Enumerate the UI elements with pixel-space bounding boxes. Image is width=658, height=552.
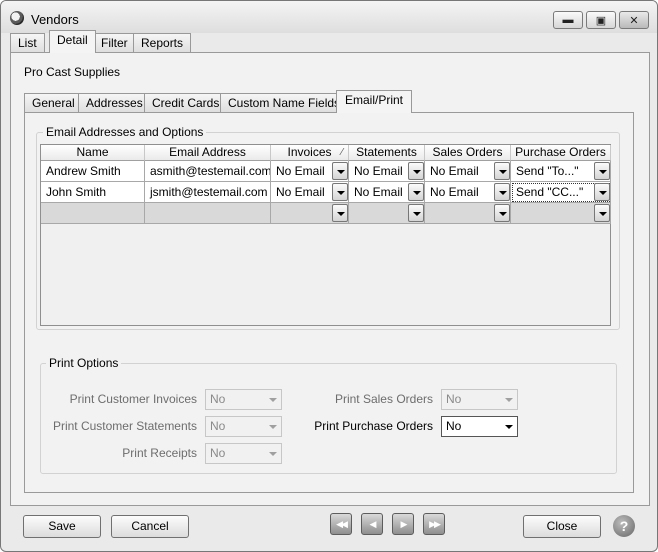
new-row-invoices-dropdown[interactable] <box>332 204 348 222</box>
new-row-email[interactable] <box>145 203 271 224</box>
tab-credit-cards[interactable]: Credit Cards <box>144 93 228 113</box>
window-title: Vendors <box>31 12 79 27</box>
vendor-name: Pro Cast Supplies <box>24 65 121 79</box>
print-receipts-label: Print Receipts <box>122 446 197 460</box>
close-window-button[interactable]: ✕ <box>619 11 649 29</box>
print-sales-orders-select: No <box>441 389 518 410</box>
column-header-invoices[interactable]: Invoices ⁄ <box>271 145 349 161</box>
previous-record-icon: ◀ <box>369 518 377 529</box>
minimize-button[interactable]: ▬ <box>553 11 583 29</box>
tab-custom-name-fields[interactable]: Custom Name Fields <box>220 93 349 113</box>
email-grid[interactable]: Name Email Address Invoices ⁄ Statements… <box>40 144 611 326</box>
save-button[interactable]: Save <box>23 515 101 538</box>
vendors-window: Vendors ▬ ▣ ✕ List Detail Filter Reports… <box>0 0 658 552</box>
first-record-icon: ◀◀ <box>336 518 348 529</box>
tab-general[interactable]: General <box>24 93 83 113</box>
row1-statements-dropdown[interactable] <box>408 162 424 180</box>
row2-name[interactable]: John Smith <box>41 182 145 203</box>
new-row-statements-dropdown[interactable] <box>408 204 424 222</box>
row2-invoices-dropdown[interactable] <box>332 183 348 201</box>
last-record-button[interactable]: ▶▶ <box>423 513 445 535</box>
maximize-button[interactable]: ▣ <box>586 11 616 29</box>
print-receipts-select: No <box>205 443 282 464</box>
row1-invoices-dropdown[interactable] <box>332 162 348 180</box>
column-header-purchase-orders[interactable]: Purchase Orders <box>511 145 611 161</box>
print-group-title: Print Options <box>46 356 122 370</box>
row2-purchase-orders-dropdown[interactable] <box>594 183 610 201</box>
row1-sales-orders-dropdown[interactable] <box>494 162 510 180</box>
close-icon: ✕ <box>629 14 639 27</box>
app-icon <box>10 11 24 25</box>
tab-list[interactable]: List <box>10 33 45 53</box>
tab-detail[interactable]: Detail <box>49 30 96 53</box>
print-sales-orders-label: Print Sales Orders <box>334 392 433 406</box>
next-record-button[interactable]: ▶ <box>392 513 414 535</box>
row1-purchase-orders-dropdown[interactable] <box>594 162 610 180</box>
new-row-purchase-orders-dropdown[interactable] <box>594 204 610 222</box>
row2-sales-orders-dropdown[interactable] <box>494 183 510 201</box>
row1-email[interactable]: asmith@testemail.com <box>145 161 271 182</box>
tab-addresses[interactable]: Addresses <box>78 93 151 113</box>
print-purchase-orders-select[interactable]: No <box>441 416 518 437</box>
tab-email-print[interactable]: Email/Print <box>336 90 413 113</box>
print-customer-invoices-select: No <box>205 389 282 410</box>
print-purchase-orders-label: Print Purchase Orders <box>314 419 433 433</box>
tab-reports[interactable]: Reports <box>133 33 192 53</box>
new-row-name[interactable] <box>41 203 145 224</box>
column-header-sales-orders[interactable]: Sales Orders <box>425 145 511 161</box>
email-group-title: Email Addresses and Options <box>43 125 207 139</box>
minimize-icon: ▬ <box>562 14 574 26</box>
sort-icon: ⁄ <box>341 147 343 158</box>
row2-email[interactable]: jsmith@testemail.com <box>145 182 271 203</box>
print-customer-statements-label: Print Customer Statements <box>52 419 197 433</box>
title-bar: Vendors ▬ ▣ ✕ <box>1 1 657 33</box>
row2-statements-dropdown[interactable] <box>408 183 424 201</box>
new-row-sales-orders-dropdown[interactable] <box>494 204 510 222</box>
close-button[interactable]: Close <box>523 515 601 538</box>
column-header-name[interactable]: Name <box>41 145 145 161</box>
next-record-icon: ▶ <box>400 518 408 529</box>
help-icon[interactable]: ? <box>613 515 635 537</box>
tab-filter[interactable]: Filter <box>93 33 136 53</box>
print-customer-statements-select: No <box>205 416 282 437</box>
maximize-icon: ▣ <box>595 14 607 27</box>
row1-name[interactable]: Andrew Smith <box>41 161 145 182</box>
cancel-button[interactable]: Cancel <box>111 515 189 538</box>
column-header-email[interactable]: Email Address <box>145 145 271 161</box>
first-record-button[interactable]: ◀◀ <box>330 513 352 535</box>
previous-record-button[interactable]: ◀ <box>361 513 383 535</box>
print-customer-invoices-label: Print Customer Invoices <box>69 392 197 406</box>
last-record-icon: ▶▶ <box>429 518 441 529</box>
column-header-invoices-label: Invoices <box>287 145 332 159</box>
column-header-statements[interactable]: Statements <box>349 145 425 161</box>
